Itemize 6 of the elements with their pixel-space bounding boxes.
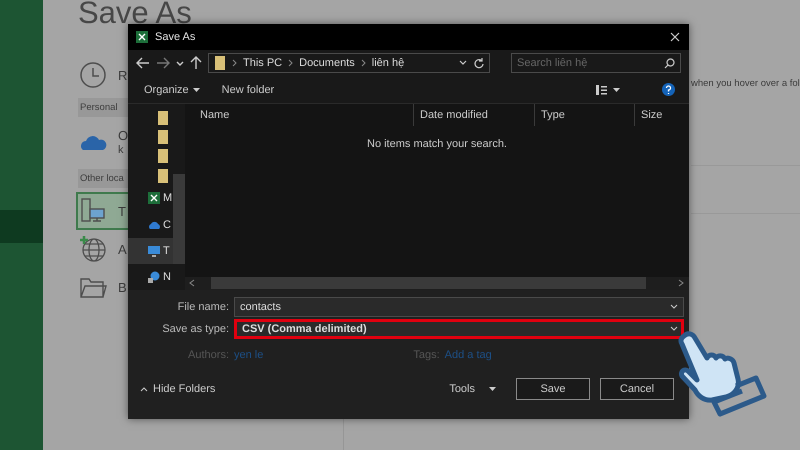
page-title: Save As	[78, 0, 193, 26]
field-label: Save as type:	[161, 322, 229, 335]
empty-message: No items match your search.	[367, 138, 507, 150]
hint-text: when you hover over a fol	[691, 78, 800, 166]
dialog-title: Save As	[155, 30, 196, 43]
field-label: File name:	[176, 300, 229, 313]
